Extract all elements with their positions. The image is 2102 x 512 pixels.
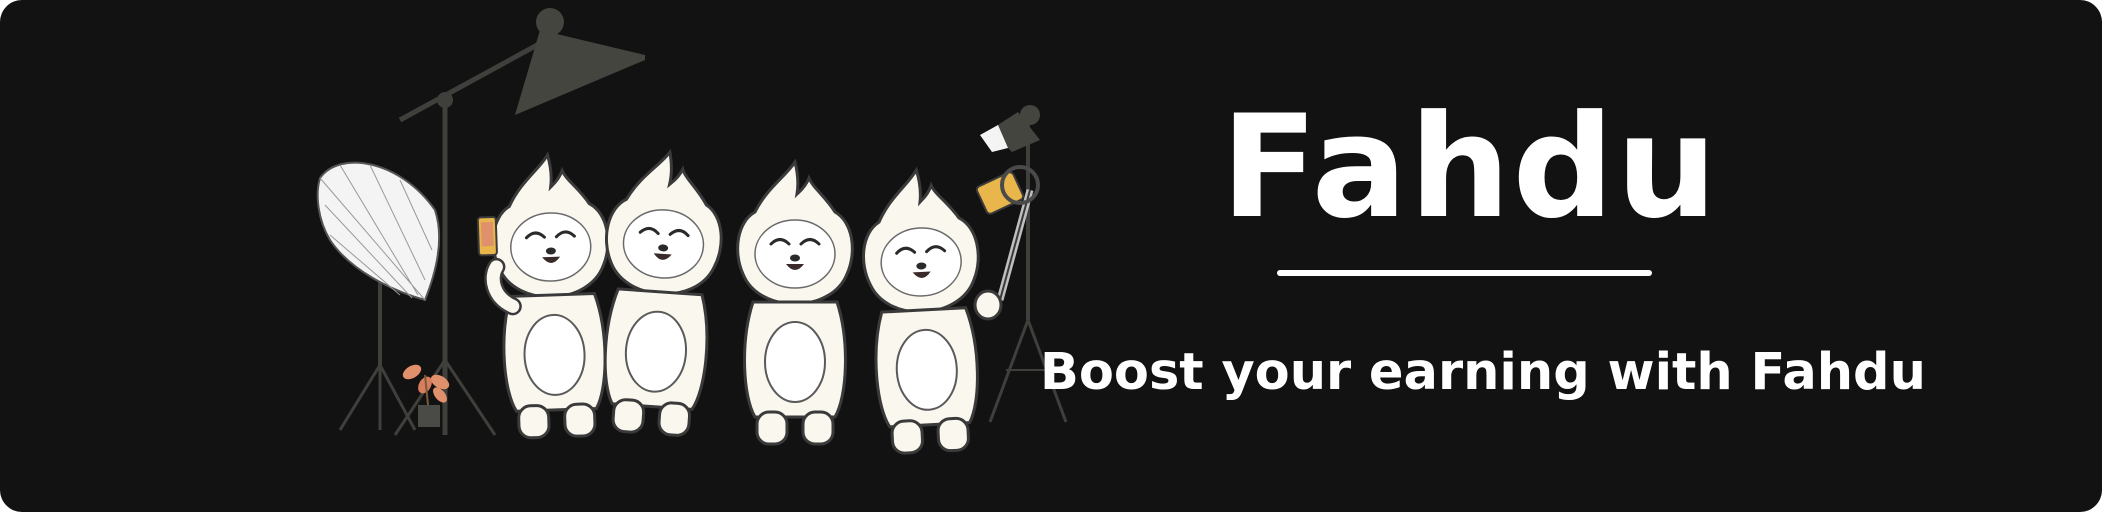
- mascot-3: [736, 160, 854, 446]
- hero-banner: Fahdu Boost your earning with Fahdu: [0, 0, 2102, 512]
- tagline: Boost your earning with Fahdu: [1040, 343, 1926, 402]
- mascot-4: [857, 165, 990, 457]
- mascot-1: [476, 151, 617, 441]
- brand-title: Fahdu: [1220, 85, 1720, 250]
- mascot-2: [591, 146, 729, 439]
- mascot-photoshoot-illustration: [316, 8, 1068, 457]
- title-divider: [1277, 270, 1652, 276]
